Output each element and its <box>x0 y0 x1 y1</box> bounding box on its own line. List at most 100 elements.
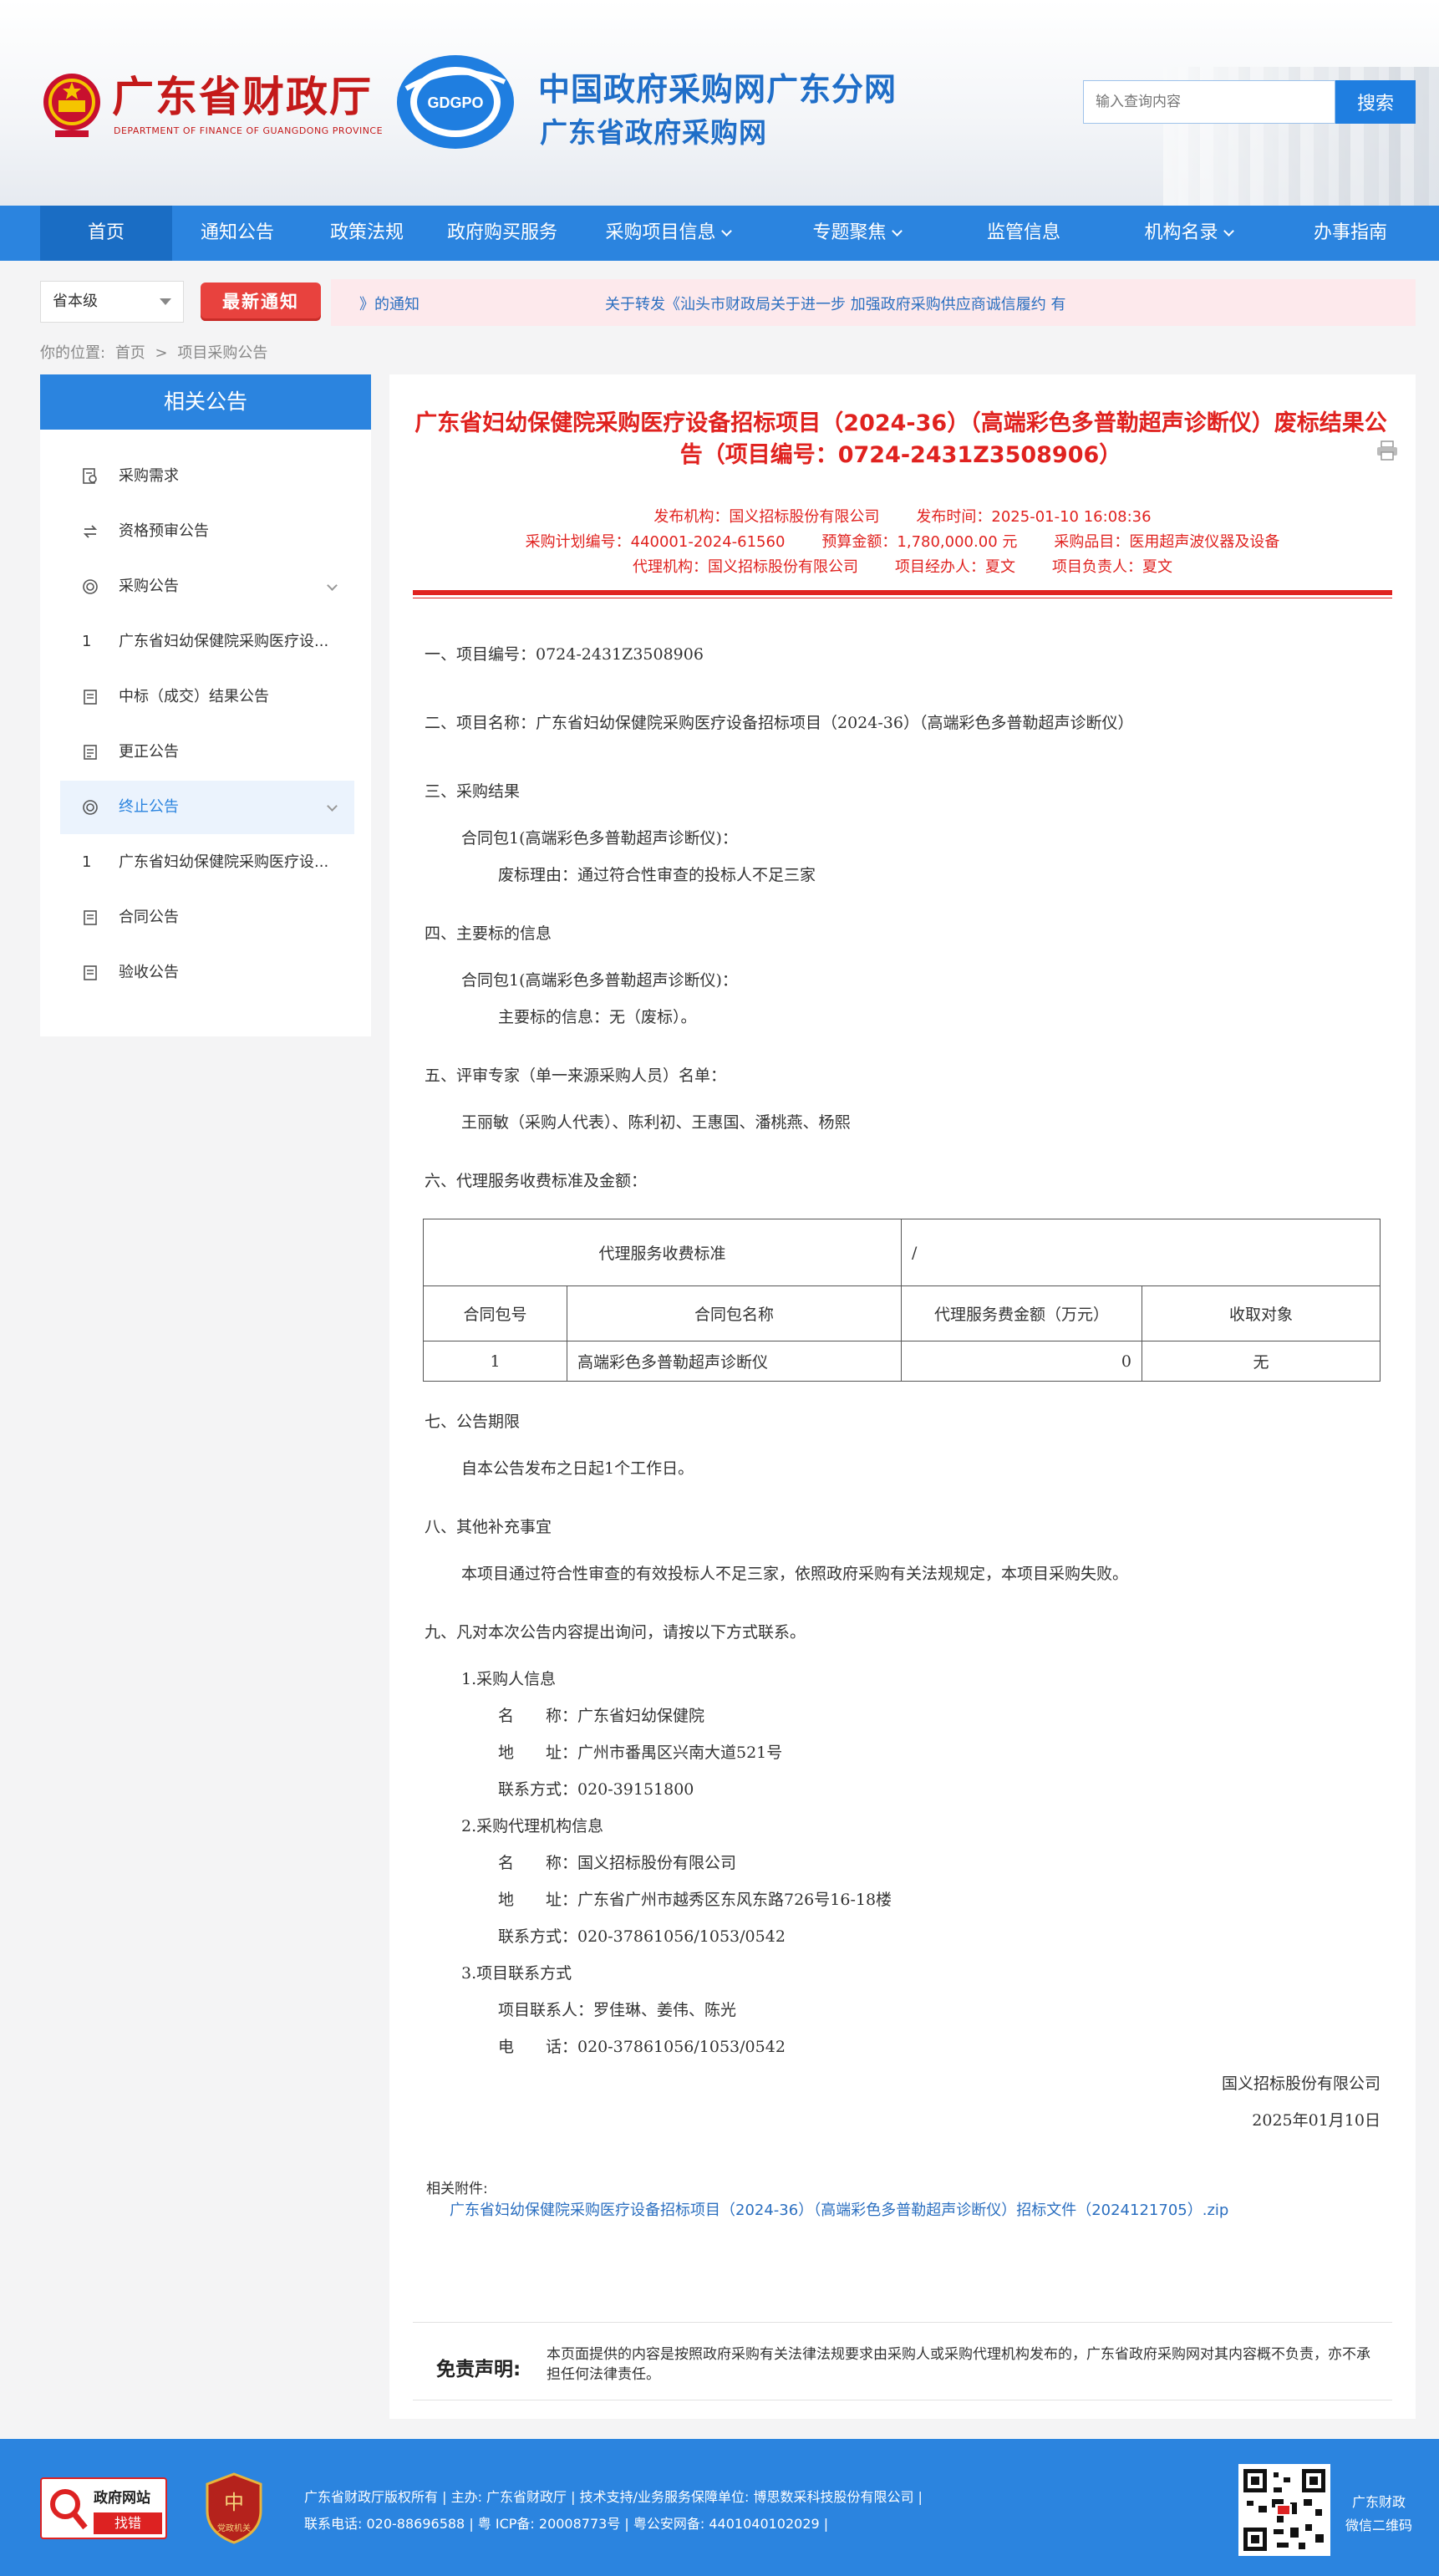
wechat-qr-code <box>1238 2464 1330 2556</box>
signature-org: 国义招标股份有限公司 <box>1221 2075 1381 2093</box>
nav-item-notices[interactable]: 通知公告 <box>172 206 303 261</box>
sidebar-item-contract[interactable]: 合同公告 <box>60 891 354 944</box>
contact-project-phone: 电 话：020-37861056/1053/0542 <box>498 2038 786 2056</box>
contact-agency-name: 名 称：国义招标股份有限公司 <box>498 1854 737 1872</box>
contact-purchaser-name: 名 称：广东省妇幼保健院 <box>498 1707 705 1725</box>
dropdown-arrow-icon <box>160 298 171 305</box>
notice-link[interactable]: 》的通知 <box>359 293 419 314</box>
table-header: 代理服务费金额（万元） <box>901 1285 1142 1341</box>
fee-standard-label: 代理服务收费标准 <box>423 1219 902 1286</box>
doc-search-icon <box>83 468 97 484</box>
section-6: 六、代理服务收费标准及金额： <box>425 1172 648 1190</box>
section-9: 九、凡对本次公告内容提出询问，请按以下方式联系。 <box>425 1623 806 1642</box>
finance-dept-title: 广东省财政厅 <box>112 72 373 121</box>
national-emblem-icon <box>43 74 100 137</box>
gov-site-error-report-badge[interactable]: 政府网站 找错 <box>40 2477 167 2539</box>
footer-copyright: 广东省财政厅版权所有 | 主办: 广东省财政厅 | 技术支持/业务服务保障单位:… <box>304 2489 923 2505</box>
cgp-subtitle: 广东省政府采购网 <box>540 116 767 149</box>
section-8-text: 本项目通过符合性审查的有效投标人不足三家，依照政府采购有关法规规定，本项目采购失… <box>461 1565 1129 1583</box>
svg-text:中: 中 <box>224 2491 244 2514</box>
nav-item-home[interactable]: 首页 <box>40 206 172 261</box>
breadcrumb-current[interactable]: 项目采购公告 <box>177 344 267 362</box>
signature-date: 2025年01月10日 <box>1252 2111 1381 2130</box>
sidebar-item-correction[interactable]: 更正公告 <box>60 725 354 779</box>
contact-purchaser-phone: 联系方式：020-39151800 <box>498 1780 694 1799</box>
contact-agency-phone: 联系方式：020-37861056/1053/0542 <box>498 1927 786 1946</box>
section-4-package: 合同包1(高端彩色多普勒超声诊断仪)： <box>461 971 738 990</box>
svg-text:党政机关: 党政机关 <box>217 2523 251 2533</box>
table-header: 合同包号 <box>423 1285 567 1341</box>
latest-notice-badge: 最新通知 <box>201 283 321 321</box>
breadcrumb-home-link[interactable]: 首页 <box>115 344 145 362</box>
contact-project-heading: 3.项目联系方式 <box>461 1964 572 1983</box>
title-divider <box>413 590 1392 595</box>
chevron-down-icon <box>1223 226 1234 237</box>
main-nav: 首页 通知公告 政策法规 政府购买服务 采购项目信息 专题聚焦 监管信息 机构名… <box>0 206 1439 261</box>
nav-item-guide[interactable]: 办事指南 <box>1285 206 1416 261</box>
contact-purchaser-address: 地 址：广州市番禺区兴南大道521号 <box>498 1744 783 1762</box>
nav-item-gov-services[interactable]: 政府购买服务 <box>431 206 573 261</box>
notice-ticker: 》的通知 关于转发《汕头市财政局关于进一步 加强政府采购供应商诚信履约 有 <box>331 279 1416 326</box>
section-4-info: 主要标的信息：无（废标）。 <box>498 1008 697 1026</box>
section-3-package: 合同包1(高端彩色多普勒超声诊断仪)： <box>461 829 738 848</box>
search-button[interactable]: 搜索 <box>1335 80 1416 124</box>
article-title: 广东省妇幼保健院采购医疗设备招标项目（2024-36）（高端彩色多普勒超声诊断仪… <box>414 410 1387 468</box>
contact-purchaser-heading: 1.采购人信息 <box>461 1670 557 1688</box>
doc-icon <box>84 745 97 760</box>
sidebar-item-acceptance[interactable]: 验收公告 <box>60 946 354 1000</box>
sidebar-item-termination[interactable]: 终止公告 <box>60 781 354 834</box>
section-3: 三、采购结果 <box>425 782 521 801</box>
target-icon <box>83 579 98 594</box>
sidebar-item-award-result[interactable]: 中标（成交）结果公告 <box>60 670 354 724</box>
qr-code-icon <box>1243 2469 1325 2551</box>
print-doc-icon <box>84 690 97 705</box>
chevron-down-icon <box>720 226 732 237</box>
print-icon[interactable] <box>1375 440 1399 461</box>
party-gov-org-badge-icon[interactable]: 中 党政机关 <box>204 2472 264 2544</box>
cgp-title: 中国政府采购网广东分网 <box>538 71 897 108</box>
notice-link[interactable]: 关于转发《汕头市财政局关于进一步 加强政府采购供应商诚信履约 有 <box>605 293 1065 314</box>
qr-label: 广东财政 微信二维码 <box>1345 2494 1413 2533</box>
nav-item-project-info[interactable]: 采购项目信息 <box>582 206 754 261</box>
fee-standard-value: / <box>901 1219 1381 1286</box>
doc-icon <box>84 965 97 980</box>
table-header: 收取对象 <box>1142 1285 1381 1341</box>
svg-text:GDGPO: GDGPO <box>427 94 483 111</box>
exchange-icon <box>83 525 98 538</box>
sidebar-item-procurement[interactable]: 采购公告 <box>60 560 354 613</box>
section-5-names: 王丽敏（采购人代表）、陈利初、王惠国、潘桃燕、杨熙 <box>461 1113 851 1132</box>
chevron-down-icon <box>327 580 338 591</box>
sidebar-title: 相关公告 <box>40 374 371 430</box>
section-1: 一、项目编号：0724-2431Z3508906 <box>425 645 704 664</box>
section-4: 四、主要标的信息 <box>425 924 552 943</box>
gdgpo-logo-icon: GDGPO <box>397 55 514 149</box>
meta-row-publisher: 发布机构：国义招标股份有限公司 发布时间：2025-01-10 16:08:36 <box>653 508 1152 526</box>
level-select[interactable]: 省本级 <box>40 281 184 323</box>
contact-project-person: 项目联系人：罗佳琳、姜伟、陈光 <box>498 2001 737 2019</box>
sidebar-item-requirements[interactable]: 采购需求 <box>60 450 354 503</box>
nav-item-topics[interactable]: 专题聚焦 <box>786 206 928 261</box>
section-5: 五、评审专家（单一来源采购人员）名单： <box>425 1067 727 1085</box>
chevron-down-icon <box>327 801 338 812</box>
related-notices-sidebar: 相关公告 采购需求 资格预审公告 采购公告 1 广东省妇幼保健院采购医疗设...… <box>40 374 371 1036</box>
disclaimer-label: 免责声明: <box>436 2359 521 2380</box>
nav-item-supervision[interactable]: 监管信息 <box>959 206 1088 261</box>
section-2: 二、项目名称：广东省妇幼保健院采购医疗设备招标项目（2024-36）（高端彩色多… <box>425 714 1134 732</box>
sidebar-subitem-termination-1[interactable]: 1 广东省妇幼保健院采购医疗设... <box>60 836 354 889</box>
fee-table: 代理服务收费标准 / 合同包号 合同包名称 代理服务费金额（万元） 收取对象 1… <box>423 1219 1381 1382</box>
site-header: 广东省财政厅 DEPARTMENT OF FINANCE OF GUANGDON… <box>0 0 1439 206</box>
search-input[interactable] <box>1083 80 1335 124</box>
site-footer: 政府网站 找错 中 党政机关 广东省财政厅版权所有 | 主办: 广东省财政厅 |… <box>0 2439 1439 2576</box>
section-7-text: 自本公告发布之日起1个工作日。 <box>461 1459 694 1478</box>
finance-dept-subtitle: DEPARTMENT OF FINANCE OF GUANGDONG PROVI… <box>114 125 384 136</box>
table-row: 1 高端彩色多普勒超声诊断仪 0 无 <box>423 1341 1381 1382</box>
sidebar-item-prequalification[interactable]: 资格预审公告 <box>60 505 354 558</box>
section-8: 八、其他补充事宜 <box>425 1518 552 1536</box>
section-3-reason: 废标理由：通过符合性审查的投标人不足三家 <box>498 866 816 884</box>
article-panel: 广东省妇幼保健院采购医疗设备招标项目（2024-36）（高端彩色多普勒超声诊断仪… <box>389 374 1416 2419</box>
nav-item-directory[interactable]: 机构名录 <box>1116 206 1260 261</box>
attachment-link[interactable]: 广东省妇幼保健院采购医疗设备招标项目（2024-36）（高端彩色多普勒超声诊断仪… <box>450 2198 1228 2220</box>
meta-row-agency: 代理机构：国义招标股份有限公司 项目经办人：夏文 项目负责人：夏文 <box>633 558 1172 576</box>
sidebar-subitem-procurement-1[interactable]: 1 广东省妇幼保健院采购医疗设... <box>60 615 354 669</box>
nav-item-policies[interactable]: 政策法规 <box>303 206 431 261</box>
